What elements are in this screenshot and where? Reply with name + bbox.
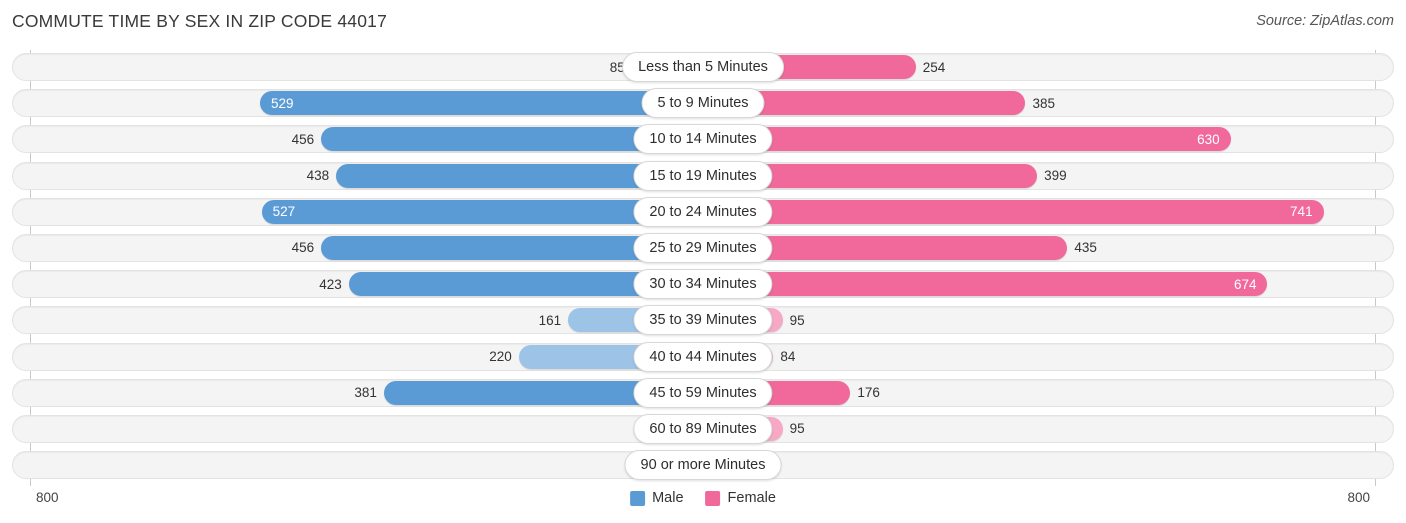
female-value-label: 399 — [1044, 168, 1067, 184]
female-value-label: 95 — [789, 312, 805, 328]
female-value-label: 741 — [1290, 204, 1313, 220]
female-value-label: 84 — [780, 349, 796, 364]
category-label: 20 to 24 Minutes — [633, 196, 773, 227]
legend-item-male[interactable]: Male — [630, 490, 684, 506]
table-row: 543990 or more Minutes — [0, 448, 1406, 484]
table-row: 161 95 35 to 39 Minutes — [0, 303, 1406, 339]
male-value-label: 527 — [272, 204, 296, 220]
bar-half-male: 529 — [259, 91, 703, 116]
table-row: 438 399 15 to 19 Minutes — [0, 159, 1406, 195]
category-label: 10 to 14 Minutes — [633, 124, 773, 155]
legend-label: Male — [652, 490, 684, 506]
legend-item-female[interactable]: Female — [705, 490, 776, 506]
female-value-label: 176 — [857, 385, 880, 401]
male-value-label: 381 — [354, 385, 377, 401]
table-row: 85 254 Less than 5 Minutes — [0, 50, 1406, 86]
table-row: 529 385 5 to 9 Minutes — [0, 86, 1406, 122]
legend-swatch-icon — [705, 490, 721, 506]
category-label: 5 to 9 Minutes — [641, 88, 765, 119]
category-label: 45 to 59 Minutes — [633, 377, 773, 408]
male-bar[interactable]: 529 — [259, 91, 703, 116]
table-row: 527 741 20 to 24 Minutes — [0, 195, 1406, 231]
bar-half-female: 630 — [703, 127, 1231, 152]
table-row: 456 630 10 to 14 Minutes — [0, 122, 1406, 158]
female-value-label: 435 — [1074, 240, 1097, 256]
male-value-label: 456 — [291, 240, 315, 256]
chart-legend: Male Female — [630, 490, 776, 506]
category-label: 30 to 34 Minutes — [633, 269, 773, 300]
female-bar[interactable]: 630 — [703, 127, 1231, 152]
male-value-label: 529 — [270, 95, 294, 111]
table-row: 279560 to 89 Minutes — [0, 412, 1406, 448]
chart-plot-area: 85 254 Less than 5 Minutes 529 385 5 to 9 Min… — [0, 50, 1406, 486]
female-value-label: 385 — [1032, 95, 1055, 111]
chart-page: COMMUTE TIME BY SEX IN ZIP CODE 44017 So… — [0, 0, 1406, 523]
axis-label-left: 800 — [36, 490, 59, 505]
category-label: 35 to 39 Minutes — [633, 305, 773, 336]
category-label: 25 to 29 Minutes — [633, 232, 773, 263]
chart-footer: 800 800 Male Female — [0, 486, 1406, 523]
bar-row-list: 85 254 Less than 5 Minutes 529 385 5 to 9 Min… — [0, 50, 1406, 484]
legend-swatch-icon — [630, 490, 646, 506]
male-value-label: 423 — [319, 276, 342, 292]
legend-label: Female — [727, 490, 776, 506]
female-value-label: 630 — [1197, 131, 1220, 147]
axis-label-right: 800 — [1347, 490, 1370, 505]
table-row: 456 435 25 to 29 Minutes — [0, 231, 1406, 267]
female-bar[interactable]: 674 — [703, 272, 1268, 297]
category-label: 60 to 89 Minutes — [633, 413, 773, 444]
female-value-label: 254 — [922, 59, 946, 75]
male-value-label: 456 — [291, 131, 315, 147]
bar-half-female: 674 — [703, 272, 1268, 297]
category-label: 40 to 44 Minutes — [633, 341, 773, 372]
chart-header: COMMUTE TIME BY SEX IN ZIP CODE 44017 So… — [0, 0, 1406, 46]
category-label: Less than 5 Minutes — [622, 52, 784, 82]
table-row: 381 176 45 to 59 Minutes — [0, 376, 1406, 412]
male-value-label: 438 — [306, 168, 330, 184]
female-value-label: 95 — [789, 421, 805, 437]
table-row: 220 84 40 to 44 Minutes — [0, 340, 1406, 376]
female-value-label: 674 — [1233, 276, 1257, 292]
table-row: 423 674 30 to 34 Minutes — [0, 267, 1406, 303]
male-value-label: 161 — [538, 312, 562, 328]
category-label: 15 to 19 Minutes — [633, 160, 773, 191]
female-bar[interactable]: 741 — [703, 199, 1324, 224]
source-attribution: Source: ZipAtlas.com — [1256, 13, 1394, 29]
category-label: 90 or more Minutes — [624, 450, 782, 481]
male-value-label: 220 — [489, 349, 512, 364]
page-title: COMMUTE TIME BY SEX IN ZIP CODE 44017 — [12, 11, 388, 31]
bar-half-female: 741 — [703, 199, 1324, 224]
